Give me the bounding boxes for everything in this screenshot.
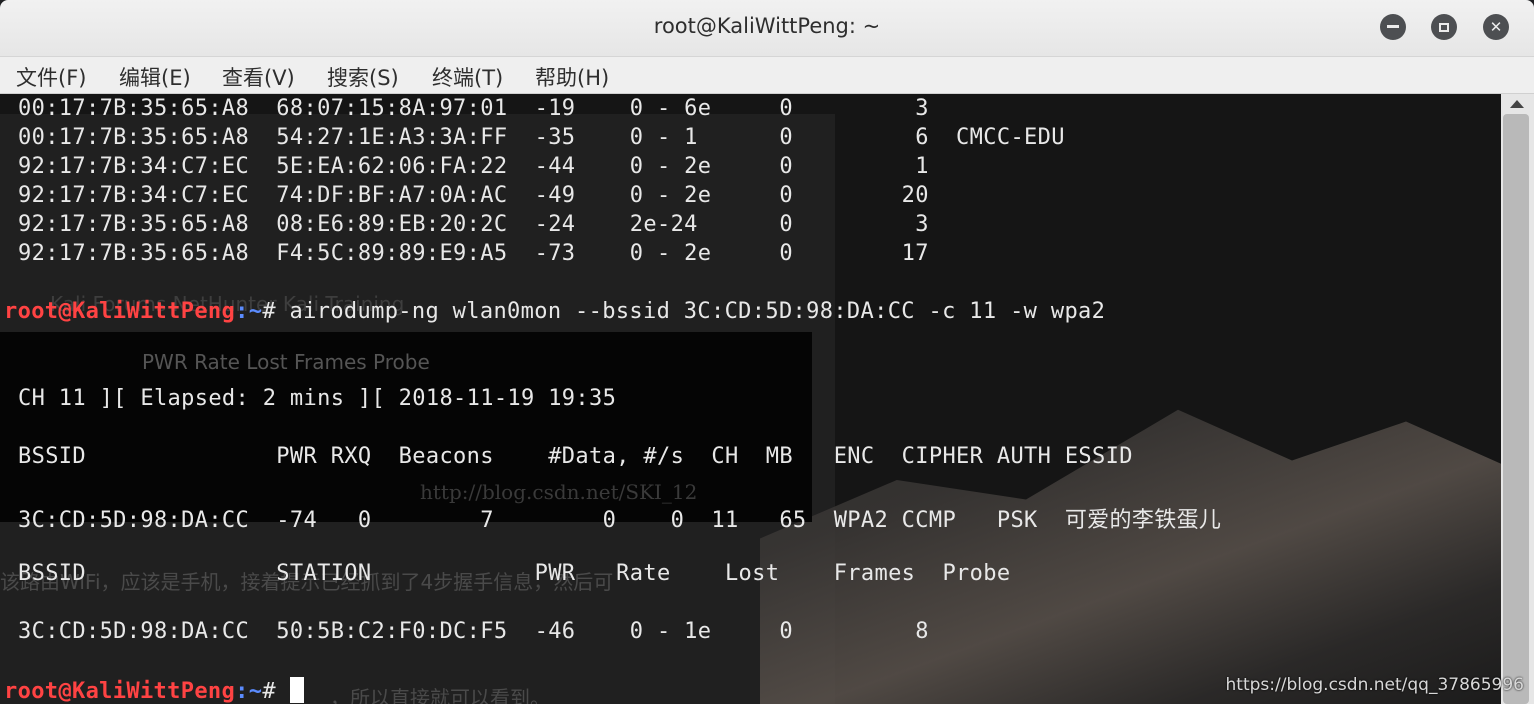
station-row: 00:17:7B:35:65:A8 54:27:1E:A3:3A:FF -35 … [18,125,1065,150]
watermark: https://blog.csdn.net/qq_37865996 [1225,675,1524,695]
scroll-up-arrow-icon[interactable] [1510,100,1524,108]
terminal-window: root@KaliWittPeng: ~ ✕ 文件(F) 编辑(E) 查看(V)… [0,0,1534,704]
station-row: 92:17:7B:34:C7:EC 74:DF:BF:A7:0A:AC -49 … [18,183,929,208]
ap-table-header: BSSID PWR RXQ Beacons #Data, #/s CH MB E… [18,444,1133,469]
ap-table-row: 3C:CD:5D:98:DA:CC -74 0 7 0 0 11 65 WPA2… [18,508,1222,533]
station-row: 92:17:7B:34:C7:EC 5E:EA:62:06:FA:22 -44 … [18,154,929,179]
background-url: http://blog.csdn.net/SKI_12 [420,480,698,504]
menu-help[interactable]: 帮助(H) [535,62,609,92]
command-text: airodump-ng wlan0mon --bssid 3C:CD:5D:98… [289,299,1106,324]
window-title: root@KaliWittPeng: ~ [653,14,881,38]
prompt-hash: # [262,299,290,324]
minimize-icon[interactable] [1380,14,1406,40]
station-table-row: 3C:CD:5D:98:DA:CC 50:5B:C2:F0:DC:F5 -46 … [18,619,929,644]
menu-file[interactable]: 文件(F) [16,62,86,92]
menu-view[interactable]: 查看(V) [222,62,295,92]
station-row: 00:17:7B:35:65:A8 68:07:15:8A:97:01 -19 … [18,96,929,121]
status-line: CH 11 ][ Elapsed: 2 mins ][ 2018-11-19 1… [18,386,617,411]
menu-edit[interactable]: 编辑(E) [119,62,191,92]
menu-terminal[interactable]: 终端(T) [432,62,503,92]
background-caption-2: ，所以直接就可以看到。 [330,686,550,704]
prompt-path: :~ [235,679,263,704]
scrollbar-thumb[interactable] [1503,114,1529,704]
station-row: 92:17:7B:35:65:A8 F4:5C:89:89:E9:A5 -73 … [18,241,929,266]
prompt-user: root@KaliWittPeng [4,679,236,704]
prompt-user: root@KaliWittPeng [4,299,236,324]
background-columns: PWR Rate Lost Frames Probe [142,350,430,374]
close-icon[interactable]: ✕ [1483,14,1509,40]
text-cursor [289,677,304,703]
title-bar[interactable]: root@KaliWittPeng: ~ ✕ [0,0,1534,57]
station-row: 92:17:7B:35:65:A8 08:E6:89:EB:20:2C -24 … [18,212,929,237]
prompt-line[interactable]: root@KaliWittPeng:~# [4,677,304,704]
prompt-hash: # [262,679,290,704]
terminal-output[interactable]: Kali Forums NetHunter Kali Training PWR … [0,94,1501,704]
station-table-header: BSSID STATION PWR Rate Lost Frames Probe [18,561,1011,586]
menu-search[interactable]: 搜索(S) [327,62,399,92]
menu-bar: 文件(F) 编辑(E) 查看(V) 搜索(S) 终端(T) 帮助(H) [0,57,1534,94]
prompt-path: :~ [235,299,263,324]
command-line: root@KaliWittPeng:~# airodump-ng wlan0mo… [4,299,1105,324]
maximize-icon[interactable] [1431,14,1457,40]
